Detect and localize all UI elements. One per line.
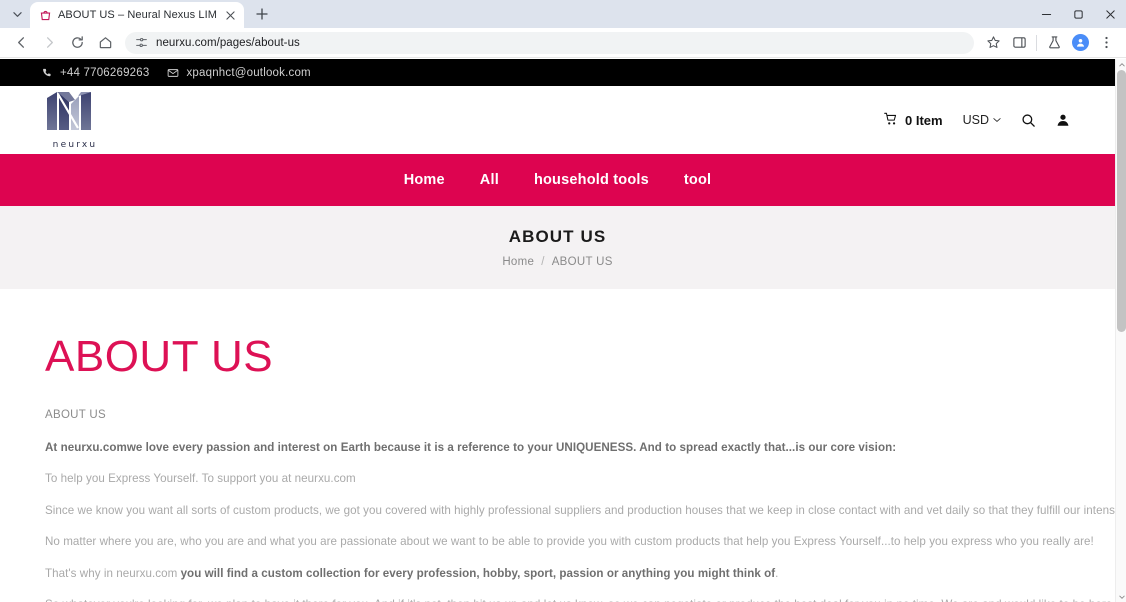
- forward-arrow-icon[interactable]: [36, 30, 62, 56]
- topbar-email[interactable]: xpaqnhct@outlook.com: [167, 66, 311, 79]
- topbar-email-text: xpaqnhct@outlook.com: [186, 66, 311, 79]
- shopping-cart-icon: [884, 112, 898, 129]
- breadcrumb: Home / ABOUT US: [502, 256, 612, 268]
- user-account-icon[interactable]: [1056, 113, 1070, 127]
- paragraph-lead-text: That's why in neurxu.com: [45, 566, 181, 580]
- three-dots-menu-icon[interactable]: [1094, 31, 1118, 55]
- site-topbar: +44 7706269263 xpaqnhct@outlook.com: [0, 59, 1115, 86]
- window-close-icon[interactable]: [1094, 0, 1126, 28]
- site-navigation: Home All household tools tool: [0, 154, 1115, 206]
- breadcrumb-home-link[interactable]: Home: [502, 256, 534, 268]
- scrollbar-thumb[interactable]: [1117, 70, 1126, 332]
- back-arrow-icon[interactable]: [8, 30, 34, 56]
- window-controls: [1030, 0, 1126, 28]
- topbar-phone-text: +44 7706269263: [60, 66, 150, 79]
- topbar-phone[interactable]: +44 7706269263: [42, 67, 149, 79]
- currency-selector[interactable]: USD: [963, 113, 1001, 127]
- site-logo-text: neurxu: [52, 140, 98, 150]
- browser-tab-title: ABOUT US – Neural Nexus LIM: [58, 9, 217, 21]
- shop-favicon-icon: [39, 9, 52, 22]
- currency-label: USD: [962, 113, 989, 127]
- profile-avatar-icon[interactable]: [1068, 31, 1092, 55]
- bookmark-star-icon[interactable]: [981, 31, 1005, 55]
- breadcrumb-banner: ABOUT US Home / ABOUT US: [0, 206, 1115, 289]
- content-paragraph: Since we know you want all sorts of cust…: [45, 503, 1126, 517]
- home-icon[interactable]: [92, 30, 118, 56]
- site-logo[interactable]: neurxu: [45, 90, 105, 150]
- browser-toolbar: neurxu.com/pages/about-us: [0, 28, 1126, 58]
- window-maximize-icon[interactable]: [1062, 0, 1094, 28]
- phone-icon: [42, 67, 53, 78]
- scroll-up-icon[interactable]: [1116, 59, 1126, 70]
- new-tab-button[interactable]: [249, 1, 275, 27]
- nav-item-household-tools[interactable]: household tools: [534, 172, 649, 188]
- neurxu-logo-icon: [45, 90, 105, 137]
- flask-icon[interactable]: [1042, 31, 1066, 55]
- page-viewport: +44 7706269263 xpaqnhct@outlook.com neur…: [0, 59, 1126, 602]
- reload-icon[interactable]: [64, 30, 90, 56]
- content-paragraph-mixed: That's why in neurxu.com you will find a…: [45, 565, 1070, 582]
- nav-item-home[interactable]: Home: [404, 172, 445, 188]
- content-sub-label: ABOUT US: [45, 409, 106, 421]
- search-icon[interactable]: [1021, 113, 1036, 128]
- site-header: neurxu 0 Item USD: [0, 86, 1115, 154]
- cart-count-label: 0 Item: [905, 112, 943, 128]
- cart-button[interactable]: 0 Item: [884, 112, 943, 129]
- breadcrumb-separator: /: [541, 256, 545, 268]
- content-paragraph: At neurxu.comwe love every passion and i…: [45, 441, 897, 454]
- scroll-down-icon[interactable]: [1116, 591, 1126, 602]
- content-paragraph: To help you Express Yourself. To support…: [45, 472, 356, 486]
- browser-tabstrip: ABOUT US – Neural Nexus LIM: [0, 0, 1126, 28]
- envelope-icon: [167, 67, 179, 79]
- tab-close-icon[interactable]: [223, 8, 238, 23]
- content-paragraph: No matter where you are, who you are and…: [45, 535, 1094, 549]
- side-panel-icon[interactable]: [1007, 31, 1031, 55]
- site-settings-icon[interactable]: [134, 36, 148, 50]
- toolbar-divider: [1036, 34, 1037, 51]
- browser-tab[interactable]: ABOUT US – Neural Nexus LIM: [30, 2, 244, 28]
- nav-item-all[interactable]: All: [480, 172, 499, 188]
- paragraph-bold-text: you will find a custom collection for ev…: [180, 566, 776, 580]
- profile-avatar: [1071, 34, 1089, 51]
- page-title: ABOUT US: [45, 332, 274, 381]
- main-content: ABOUT US ABOUT US At neurxu.comwe love e…: [0, 289, 1126, 602]
- window-minimize-icon[interactable]: [1030, 0, 1062, 28]
- page-scrollbar[interactable]: [1115, 59, 1126, 602]
- chevron-down-icon: [993, 113, 1001, 127]
- banner-title: ABOUT US: [508, 227, 607, 246]
- website-page: +44 7706269263 xpaqnhct@outlook.com neur…: [0, 59, 1126, 602]
- address-bar[interactable]: neurxu.com/pages/about-us: [125, 31, 974, 54]
- nav-item-tool[interactable]: tool: [684, 172, 711, 188]
- address-bar-url: neurxu.com/pages/about-us: [156, 36, 300, 49]
- content-paragraph: So whatever you're looking for, we plan …: [45, 596, 1126, 602]
- paragraph-tail-text: .: [775, 566, 779, 580]
- tab-search-chevron-icon[interactable]: [4, 0, 30, 28]
- breadcrumb-current: ABOUT US: [551, 256, 613, 268]
- header-actions: 0 Item USD: [884, 112, 1070, 129]
